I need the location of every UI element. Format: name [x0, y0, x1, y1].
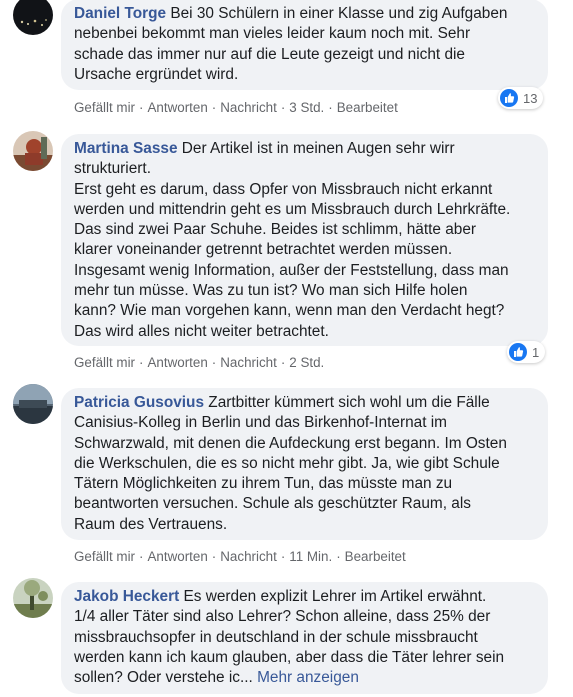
- comment-bubble: Martina Sasse Der Artikel ist in meinen …: [61, 134, 548, 346]
- like-icon: [500, 89, 518, 107]
- avatar-image: [13, 0, 53, 35]
- reply-link[interactable]: Antworten: [147, 549, 207, 564]
- comment-actions: Gefällt mir · Antworten · Nachricht · 11 Min. ·…: [74, 549, 406, 564]
- message-link[interactable]: Nachricht: [220, 355, 277, 370]
- reply-link[interactable]: Antworten: [147, 355, 207, 370]
- separator: ·: [280, 355, 286, 370]
- separator: ·: [336, 549, 341, 564]
- timestamp[interactable]: 3 Std.: [289, 100, 324, 115]
- like-icon: [509, 343, 527, 361]
- separator: ·: [139, 100, 144, 115]
- separator: ·: [280, 100, 286, 115]
- separator: ·: [139, 549, 144, 564]
- edited-label[interactable]: Bearbeitet: [345, 549, 406, 564]
- like-link[interactable]: Gefällt mir: [74, 549, 135, 564]
- edited-label[interactable]: Bearbeitet: [337, 100, 398, 115]
- separator: ·: [211, 100, 217, 115]
- comment-author[interactable]: Patricia Gusovius: [74, 394, 204, 411]
- separator: ·: [211, 549, 217, 564]
- avatar-image: [13, 578, 53, 618]
- reply-link[interactable]: Antworten: [147, 100, 207, 115]
- avatar-image: [13, 131, 53, 171]
- avatar[interactable]: [13, 131, 53, 171]
- comment-author[interactable]: Martina Sasse: [74, 140, 178, 157]
- comment-bubble: Daniel Torge Bei 30 Schülern in einer Kl…: [61, 0, 548, 90]
- avatar-image: [13, 384, 53, 424]
- separator: ·: [211, 355, 217, 370]
- message-link[interactable]: Nachricht: [220, 549, 277, 564]
- separator: ·: [280, 549, 286, 564]
- comment-text: Zartbitter kümmert sich wohl um die Fäll…: [74, 394, 507, 533]
- comment-author[interactable]: Jakob Heckert: [74, 588, 179, 605]
- timestamp[interactable]: 11 Min.: [289, 549, 332, 564]
- reaction-count: 13: [523, 90, 538, 106]
- timestamp[interactable]: 2 Std.: [289, 355, 324, 370]
- like-link[interactable]: Gefällt mir: [74, 100, 135, 115]
- like-link[interactable]: Gefällt mir: [74, 355, 135, 370]
- comment-text: Der Artikel ist in meinen Augen sehr wir…: [74, 140, 511, 340]
- avatar[interactable]: [13, 578, 53, 618]
- reaction-count-badge[interactable]: 13: [498, 87, 544, 109]
- comment-author[interactable]: Daniel Torge: [74, 5, 166, 22]
- avatar[interactable]: [13, 0, 53, 35]
- comment-bubble: Jakob Heckert Es werden explizit Lehrer …: [61, 582, 548, 694]
- message-link[interactable]: Nachricht: [220, 100, 277, 115]
- comment-actions: Gefällt mir · Antworten · Nachricht · 2 Std.: [74, 355, 324, 370]
- reaction-count: 1: [532, 344, 540, 360]
- comment-actions: Gefällt mir · Antworten · Nachricht · 3 Std. · B…: [74, 100, 398, 115]
- reaction-count-badge[interactable]: 1: [507, 341, 546, 363]
- separator: ·: [328, 100, 333, 115]
- show-more-link[interactable]: Mehr anzeigen: [257, 669, 359, 686]
- comment-bubble: Patricia Gusovius Zartbitter kümmert sic…: [61, 388, 548, 540]
- avatar[interactable]: [13, 384, 53, 424]
- separator: ·: [139, 355, 144, 370]
